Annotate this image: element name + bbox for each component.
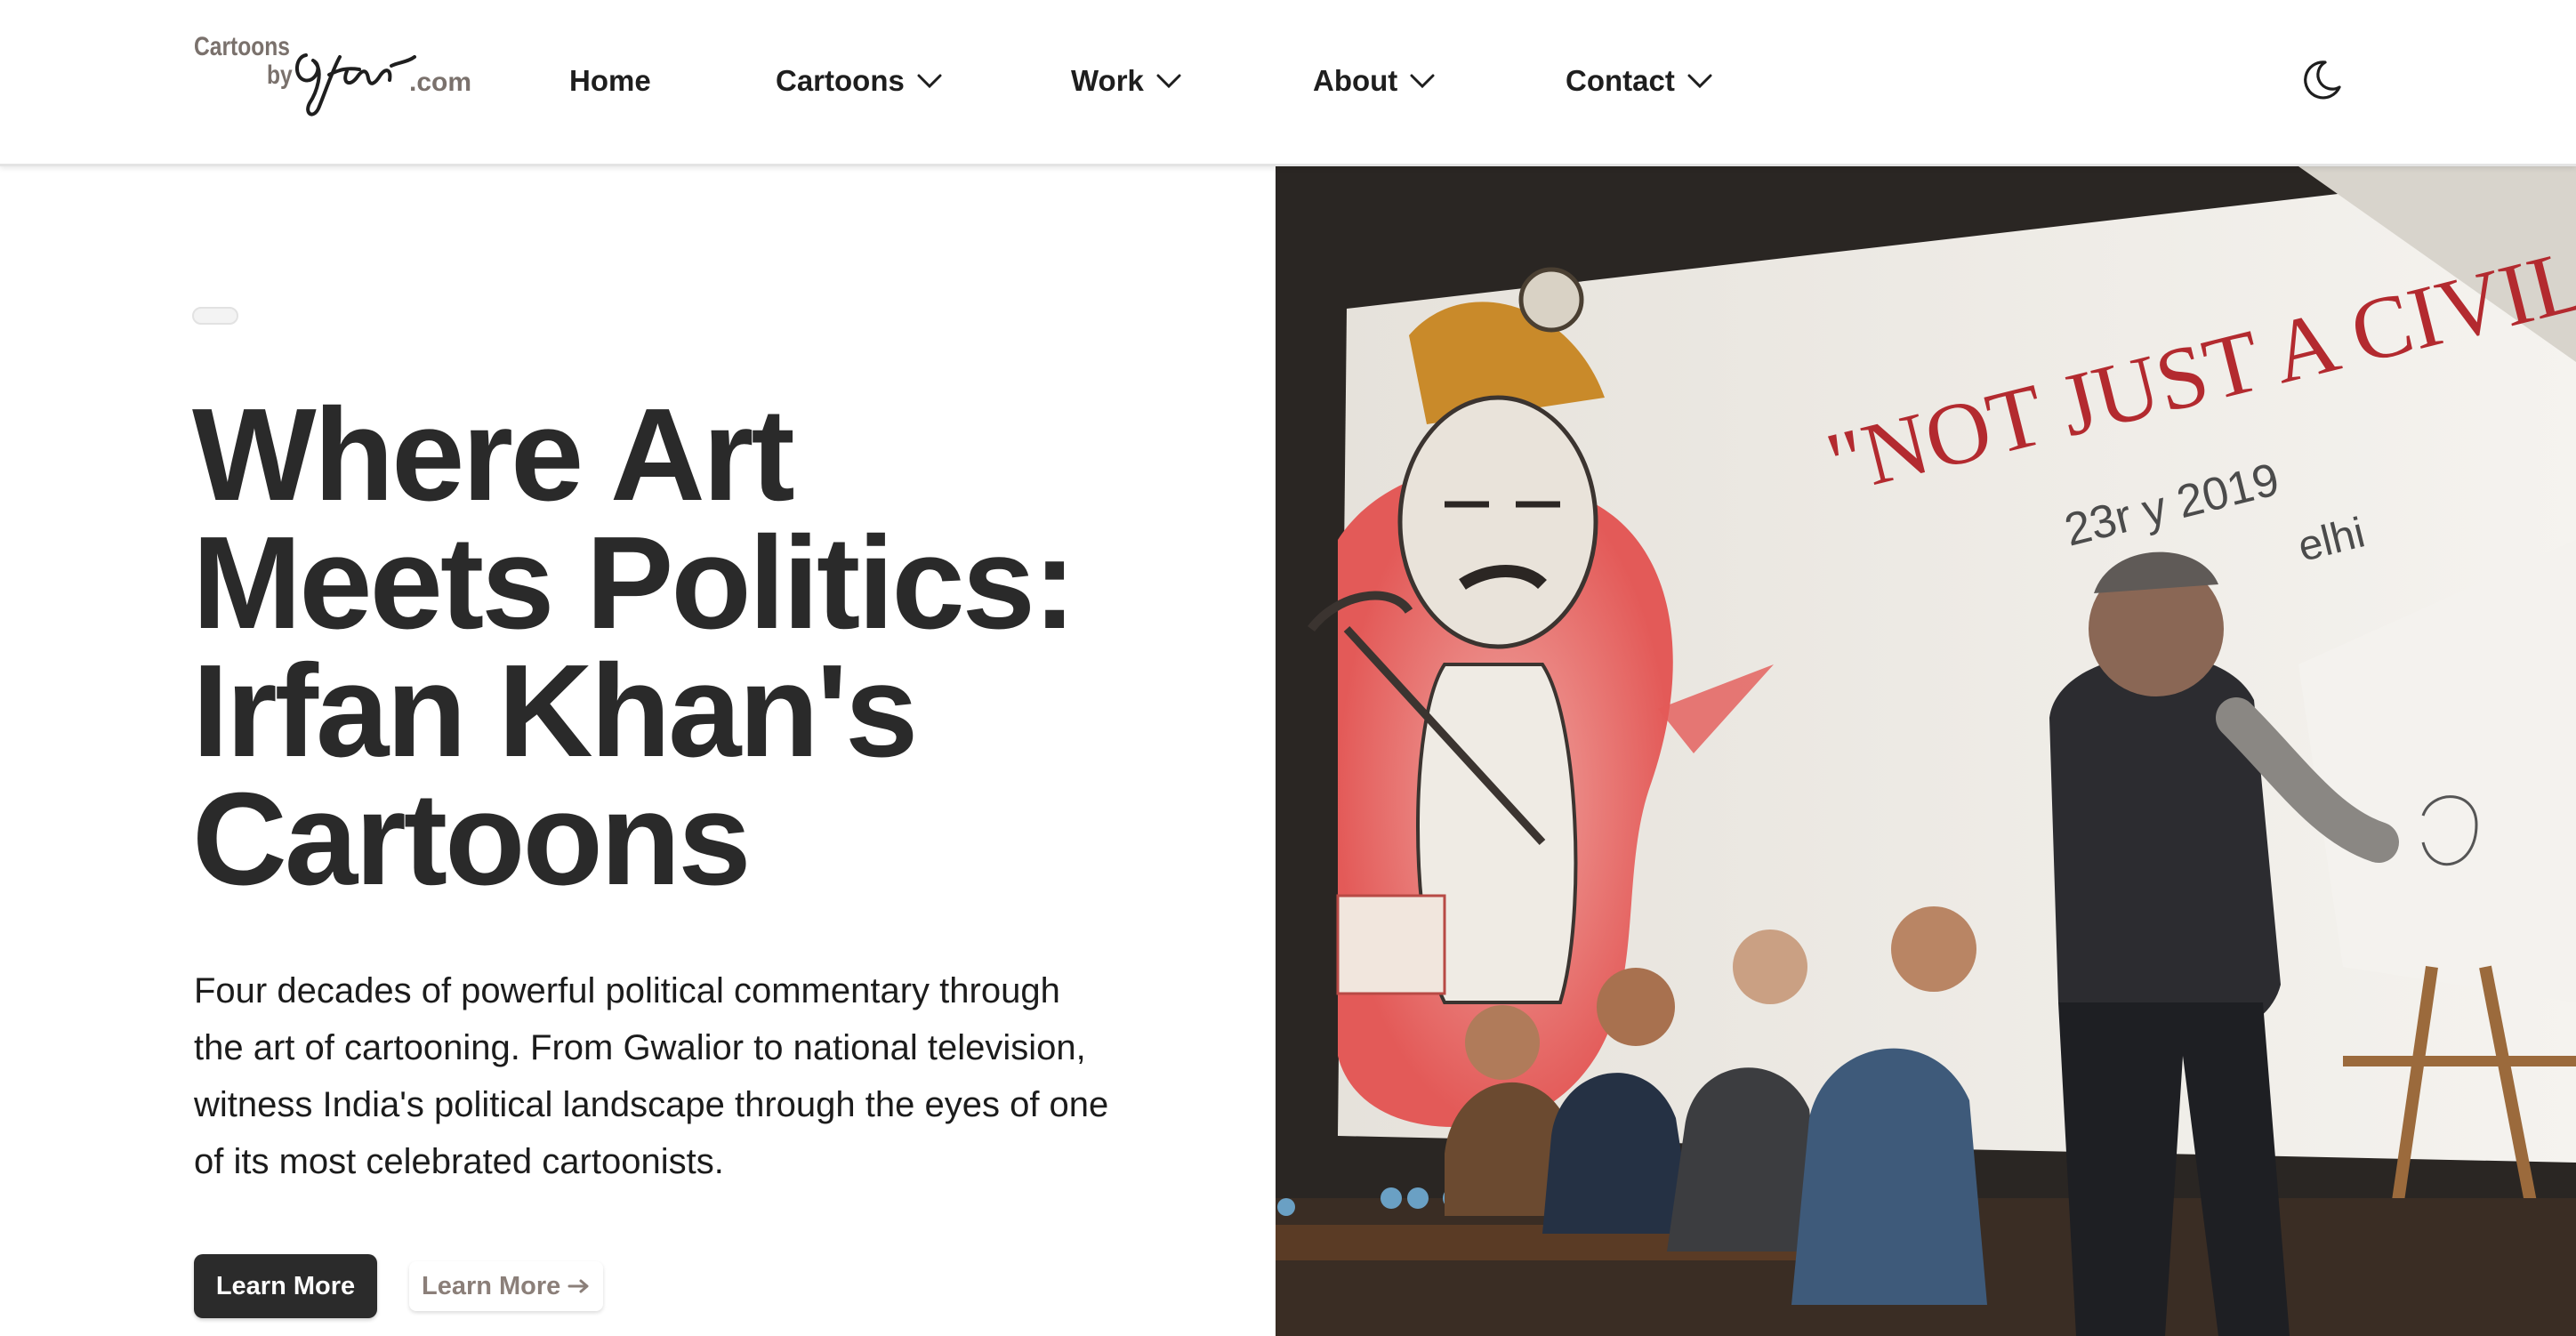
chevron-down-icon (1410, 74, 1435, 89)
moon-icon (2304, 60, 2341, 100)
learn-more-secondary-button[interactable]: Learn More (409, 1261, 604, 1311)
nav-about-label: About (1313, 64, 1398, 97)
learn-more-button[interactable]: Learn More (194, 1254, 377, 1318)
nav-cartoons-label: Cartoons (776, 64, 905, 97)
logo-signature: .com (295, 53, 471, 117)
nav-contact[interactable]: Contact (1566, 53, 1712, 109)
chevron-down-icon (1687, 74, 1712, 89)
hero-photo: "NOT JUST A CIVIL SERV 23r y 2019 elhi (1276, 166, 2576, 1336)
hero-badge (192, 307, 238, 325)
nav-home-label: Home (569, 64, 651, 97)
hero-subtitle: Four decades of powerful political comme… (194, 971, 1109, 1181)
chevron-down-icon (1156, 74, 1181, 89)
logo-suffix: .com (409, 68, 471, 97)
hero-title-line: Irfan Khan's (192, 638, 918, 785)
hero-title-line: Where Art (192, 382, 795, 528)
event-photo-illustration: "NOT JUST A CIVIL SERV 23r y 2019 elhi (1276, 166, 2576, 1336)
nav-cartoons[interactable]: Cartoons (776, 53, 942, 109)
site-header: Cartoons by .com Home Cartoons Work Abou… (0, 0, 2576, 166)
hero-title-line: Meets Politics: (192, 510, 1076, 656)
nav-work[interactable]: Work (1071, 53, 1181, 109)
learn-more-secondary-label: Learn More (422, 1271, 561, 1300)
hero-title-line: Cartoons (192, 766, 752, 913)
theme-toggle-button[interactable] (2298, 57, 2345, 103)
nav-contact-label: Contact (1566, 64, 1675, 97)
nav-home[interactable]: Home (569, 53, 651, 109)
hero-title: Where Art Meets Politics: Irfan Khan's C… (192, 390, 1224, 905)
nav-about[interactable]: About (1313, 53, 1435, 109)
chevron-down-icon (917, 74, 942, 89)
nav-work-label: Work (1071, 64, 1144, 97)
arrow-right-icon (568, 1279, 589, 1293)
site-logo[interactable]: Cartoons by .com (190, 30, 475, 126)
